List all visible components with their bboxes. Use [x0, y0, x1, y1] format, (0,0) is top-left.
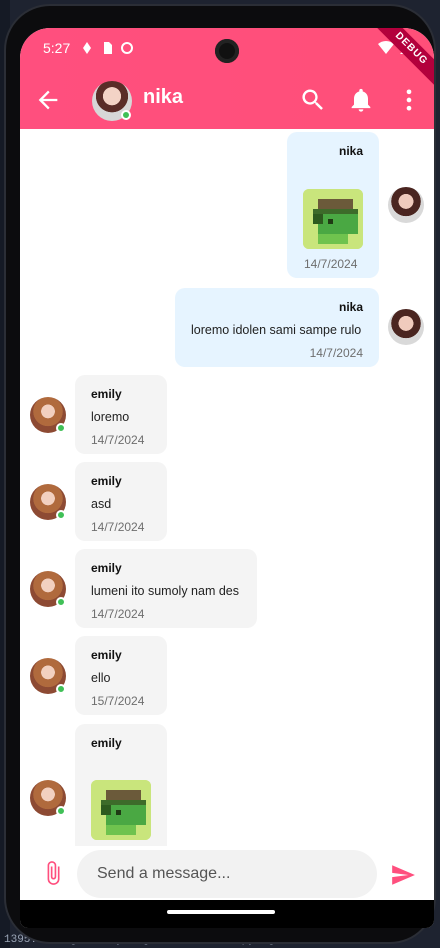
send-icon[interactable] [390, 862, 416, 888]
online-status-dot [56, 597, 66, 607]
message-bubble[interactable]: emily lumeni ito sumoly nam des 14/7/202… [75, 549, 257, 628]
message-bubble[interactable]: emily ello 15/7/2024 [75, 636, 167, 715]
online-status-dot [121, 110, 131, 120]
message-date: 15/7/2024 [91, 694, 145, 708]
image-attachment[interactable] [91, 780, 151, 840]
app-bar: 5:27 DEBUG nika [20, 28, 434, 129]
message-sender: nika [338, 144, 363, 158]
online-status-dot [56, 423, 66, 433]
bell-icon[interactable] [347, 86, 375, 114]
message-sender: emily [91, 736, 122, 750]
message-text: loremo [91, 410, 130, 424]
online-status-dot [56, 510, 66, 520]
more-vert-icon[interactable] [395, 86, 423, 114]
message-date: 14/7/2024 [309, 346, 363, 360]
message-input[interactable]: Send a message... [77, 850, 377, 898]
avatar [388, 187, 424, 223]
message-text: ello [91, 671, 111, 685]
message-bubble[interactable]: emily asd 14/7/2024 [75, 462, 167, 541]
gesture-handle[interactable] [167, 910, 275, 914]
attachment-clip-icon[interactable] [40, 860, 66, 886]
message-sender: emily [91, 561, 122, 575]
status-time: 5:27 [43, 40, 71, 56]
message-sender: emily [91, 474, 122, 488]
back-arrow-icon[interactable] [34, 86, 62, 114]
message-text: loremo idolen sami sampe rulo [191, 323, 362, 337]
message-sender: nika [338, 300, 363, 314]
message-sender: emily [91, 648, 122, 662]
online-status-dot [56, 806, 66, 816]
message-date: 14/7/2024 [91, 433, 145, 447]
message-date: 14/7/2024 [91, 520, 145, 534]
message-bubble[interactable]: emily [75, 724, 167, 864]
avatar [388, 309, 424, 345]
location-icon [80, 41, 94, 55]
message-list[interactable]: nika 14/7/2024 nika loremo idolen sami s… [20, 129, 434, 864]
toolbar: nika [20, 74, 434, 126]
message-bubble[interactable]: emily loremo 14/7/2024 [75, 375, 167, 454]
phone-frame: 5:27 DEBUG nika nika 14/7/2024 nika lore… [6, 6, 434, 942]
system-nav-bar [20, 900, 434, 928]
message-text: asd [91, 497, 112, 511]
message-bubble[interactable]: nika 14/7/2024 [287, 132, 379, 278]
message-date: 14/7/2024 [91, 607, 145, 621]
message-text: lumeni ito sumoly nam des [91, 584, 239, 598]
message-date: 14/7/2024 [304, 257, 358, 271]
page-title: nika [143, 86, 184, 108]
app-notification-icon [120, 41, 134, 55]
sim-card-icon [100, 41, 114, 55]
online-status-dot [56, 684, 66, 694]
app-screen: 5:27 DEBUG nika nika 14/7/2024 nika lore… [20, 28, 434, 928]
message-sender: emily [91, 387, 122, 401]
search-icon[interactable] [299, 86, 327, 114]
front-camera [215, 39, 239, 63]
message-bubble[interactable]: nika loremo idolen sami sampe rulo 14/7/… [175, 288, 379, 367]
image-attachment[interactable] [303, 189, 363, 249]
